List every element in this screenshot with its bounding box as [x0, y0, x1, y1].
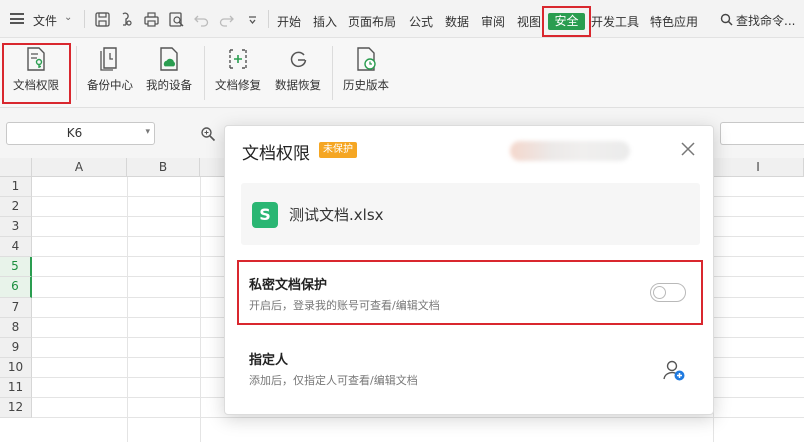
document-permission-label: 文档权限: [13, 78, 59, 92]
grid-line: [200, 177, 201, 442]
row-header[interactable]: 8: [0, 318, 32, 338]
hamburger-menu-icon[interactable]: [10, 13, 24, 24]
divider: [76, 46, 77, 100]
dialog-title: 文档权限: [242, 144, 310, 164]
save-icon[interactable]: [92, 9, 112, 29]
row-header[interactable]: 10: [0, 358, 32, 378]
add-user-icon[interactable]: [662, 358, 686, 382]
document-permission-dialog: 文档权限 未保护 S 测试文档.xlsx 私密文档保护 开启后，登录我的账号可查…: [224, 125, 714, 415]
brush-icon[interactable]: [116, 9, 136, 29]
backup-center-icon: [100, 47, 117, 71]
customize-icon[interactable]: [242, 9, 262, 29]
column-header-a[interactable]: A: [32, 158, 127, 177]
name-box[interactable]: K6 ▾: [6, 122, 155, 145]
row-header[interactable]: 11: [0, 378, 32, 398]
row-header[interactable]: 3: [0, 217, 32, 237]
divider: [268, 10, 269, 28]
designated-person-description: 添加后，仅指定人可查看/编辑文档: [249, 374, 418, 387]
row-header[interactable]: 4: [0, 237, 32, 257]
tab-formulas[interactable]: 公式: [409, 13, 433, 30]
search-icon: [720, 13, 733, 26]
file-card: S 测试文档.xlsx: [241, 183, 700, 245]
redo-icon[interactable]: [216, 9, 236, 29]
private-protection-toggle[interactable]: [650, 283, 686, 302]
tab-home[interactable]: 开始: [277, 13, 301, 30]
toggle-knob: [653, 285, 666, 299]
file-menu[interactable]: 文件: [33, 12, 57, 29]
formula-input[interactable]: [720, 122, 804, 145]
print-preview-icon[interactable]: [166, 9, 186, 29]
row-header[interactable]: 12: [0, 398, 32, 418]
ribbon: 文档权限 备份中心 我的设备 文档修复 数据恢复 历史版本: [0, 38, 804, 108]
history-version-icon: [357, 47, 376, 71]
tab-page-layout[interactable]: 页面布局: [348, 13, 396, 30]
tab-special-apps[interactable]: 特色应用: [650, 13, 698, 30]
select-all-corner[interactable]: [0, 158, 32, 177]
private-protection-description: 开启后，登录我的账号可查看/编辑文档: [249, 299, 440, 312]
document-permission-icon: [27, 47, 45, 71]
divider: [204, 46, 205, 100]
row-header[interactable]: 9: [0, 338, 32, 358]
document-permission-button[interactable]: 文档权限: [10, 46, 62, 100]
column-header-i[interactable]: I: [713, 158, 804, 177]
menu-bar: 文件 ⌄ 开始 插入 页面布局 公式 数据 审阅 视图 安全 开发工具 特色应用…: [0, 0, 804, 38]
spreadsheet-file-icon: S: [252, 202, 278, 228]
my-device-label: 我的设备: [146, 78, 192, 92]
chevron-down-icon[interactable]: ▾: [145, 127, 150, 137]
file-name: 测试文档.xlsx: [289, 206, 384, 224]
grid-line: [127, 177, 128, 442]
document-repair-label: 文档修复: [215, 78, 261, 92]
private-protection-title: 私密文档保护: [249, 278, 328, 293]
designated-person-title: 指定人: [249, 353, 289, 368]
column-header-b[interactable]: B: [127, 158, 200, 177]
divider: [332, 46, 333, 100]
tab-view[interactable]: 视图: [517, 13, 541, 30]
tab-review[interactable]: 审阅: [481, 13, 505, 30]
close-icon[interactable]: [680, 141, 696, 157]
document-repair-icon: [229, 49, 247, 69]
document-repair-button[interactable]: 文档修复: [212, 46, 264, 100]
row-header[interactable]: 1: [0, 177, 32, 197]
backup-center-button[interactable]: 备份中心: [84, 46, 136, 100]
zoom-icon[interactable]: [200, 126, 216, 142]
history-version-button[interactable]: 历史版本: [340, 46, 392, 100]
tab-security-highlight: 安全: [542, 6, 591, 37]
grid-line: [32, 417, 804, 418]
row-header-selected[interactable]: 6: [0, 277, 32, 298]
print-icon[interactable]: [141, 9, 161, 29]
my-device-icon: [160, 47, 178, 71]
backup-center-label: 备份中心: [87, 78, 133, 92]
data-recovery-button[interactable]: 数据恢复: [272, 46, 324, 100]
user-account: [510, 141, 630, 161]
tab-security[interactable]: 安全: [548, 13, 585, 30]
row-header[interactable]: 2: [0, 197, 32, 217]
data-recovery-label: 数据恢复: [275, 78, 321, 92]
tab-insert[interactable]: 插入: [313, 13, 337, 30]
command-search-label: 查找命令...: [736, 14, 796, 28]
tab-developer[interactable]: 开发工具: [591, 13, 639, 30]
row-header[interactable]: 7: [0, 298, 32, 318]
divider: [84, 10, 85, 28]
data-recovery-icon: [290, 51, 307, 68]
row-header-selected[interactable]: 5: [0, 257, 32, 277]
chevron-down-icon[interactable]: ⌄: [64, 12, 72, 23]
tab-data[interactable]: 数据: [445, 13, 469, 30]
cell-reference: K6: [66, 126, 83, 140]
status-badge: 未保护: [319, 142, 357, 158]
history-version-label: 历史版本: [343, 78, 389, 92]
my-device-button[interactable]: 我的设备: [144, 46, 194, 100]
undo-icon[interactable]: [191, 9, 211, 29]
